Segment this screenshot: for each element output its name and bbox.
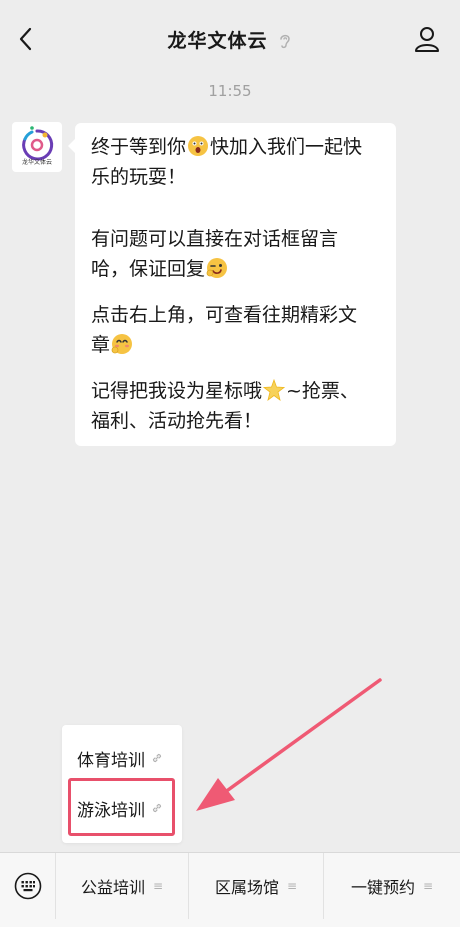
ear-icon xyxy=(279,34,290,49)
wink-face-icon xyxy=(206,258,228,278)
message-text: 哈，保证回复 xyxy=(91,258,206,280)
menu-tab-label: 区属场馆 xyxy=(214,878,279,897)
menu-lines-icon: ≡ xyxy=(152,879,164,893)
menu-tab-district-venues[interactable]: 区属场馆 ≡ xyxy=(189,853,324,919)
submenu-popup: 体育培训 游泳培训 xyxy=(62,725,182,843)
message-bubble: 终于等到你 快加入我们一起快 乐的玩耍！ 有问题可以直接在对话框留言 哈，保证回复… xyxy=(68,123,396,446)
avatar[interactable]: 龙华文体云 xyxy=(12,122,62,172)
message-text: 章 xyxy=(91,334,111,356)
message-text: 点击右上角，可查看往期精彩文 xyxy=(91,304,358,326)
message-text: 终于等到你 xyxy=(91,136,187,158)
message-text: 记得把我设为星标哦 xyxy=(91,380,263,402)
submenu-item-sports-training[interactable]: 体育培训 xyxy=(62,733,182,783)
avatar-label: 龙华文体云 xyxy=(21,159,52,166)
message-text: 快加入我们一起快 xyxy=(210,136,363,158)
message-text: ~抢票、 xyxy=(286,380,359,402)
menu-tab-public-training[interactable]: 公益培训 ≡ xyxy=(56,853,189,919)
message-text: 福利、活动抢先看！ xyxy=(91,410,263,432)
menu-tab-label: 一键预约 xyxy=(350,878,415,897)
shy-face-icon xyxy=(111,334,133,354)
chat-header: 龙华文体云 xyxy=(0,0,460,80)
bottom-menu-bar: 公益培训 ≡ 区属场馆 ≡ 一键预约 ≡ xyxy=(0,852,460,927)
menu-tab-label: 公益培训 xyxy=(80,878,145,897)
chat-title: 龙华文体云 xyxy=(167,30,268,52)
menu-lines-icon: ≡ xyxy=(422,879,434,893)
submenu-item-swimming-training[interactable]: 游泳培训 xyxy=(62,783,182,833)
keyboard-toggle-button[interactable] xyxy=(0,853,56,919)
message-text: 有问题可以直接在对话框留言 xyxy=(91,228,339,250)
menu-tab-one-click-booking[interactable]: 一键预约 ≡ xyxy=(324,853,460,919)
link-icon xyxy=(152,803,162,813)
keyboard-icon xyxy=(14,872,41,900)
message-timestamp: 11:55 xyxy=(208,82,252,100)
person-icon[interactable] xyxy=(412,24,442,54)
message-text: 乐的玩耍！ xyxy=(91,166,187,188)
submenu-item-label: 游泳培训 xyxy=(77,800,145,821)
surprised-face-icon xyxy=(188,136,209,156)
star-icon xyxy=(263,379,286,401)
link-icon xyxy=(152,753,162,763)
menu-lines-icon: ≡ xyxy=(286,879,298,893)
submenu-item-label: 体育培训 xyxy=(77,750,145,771)
